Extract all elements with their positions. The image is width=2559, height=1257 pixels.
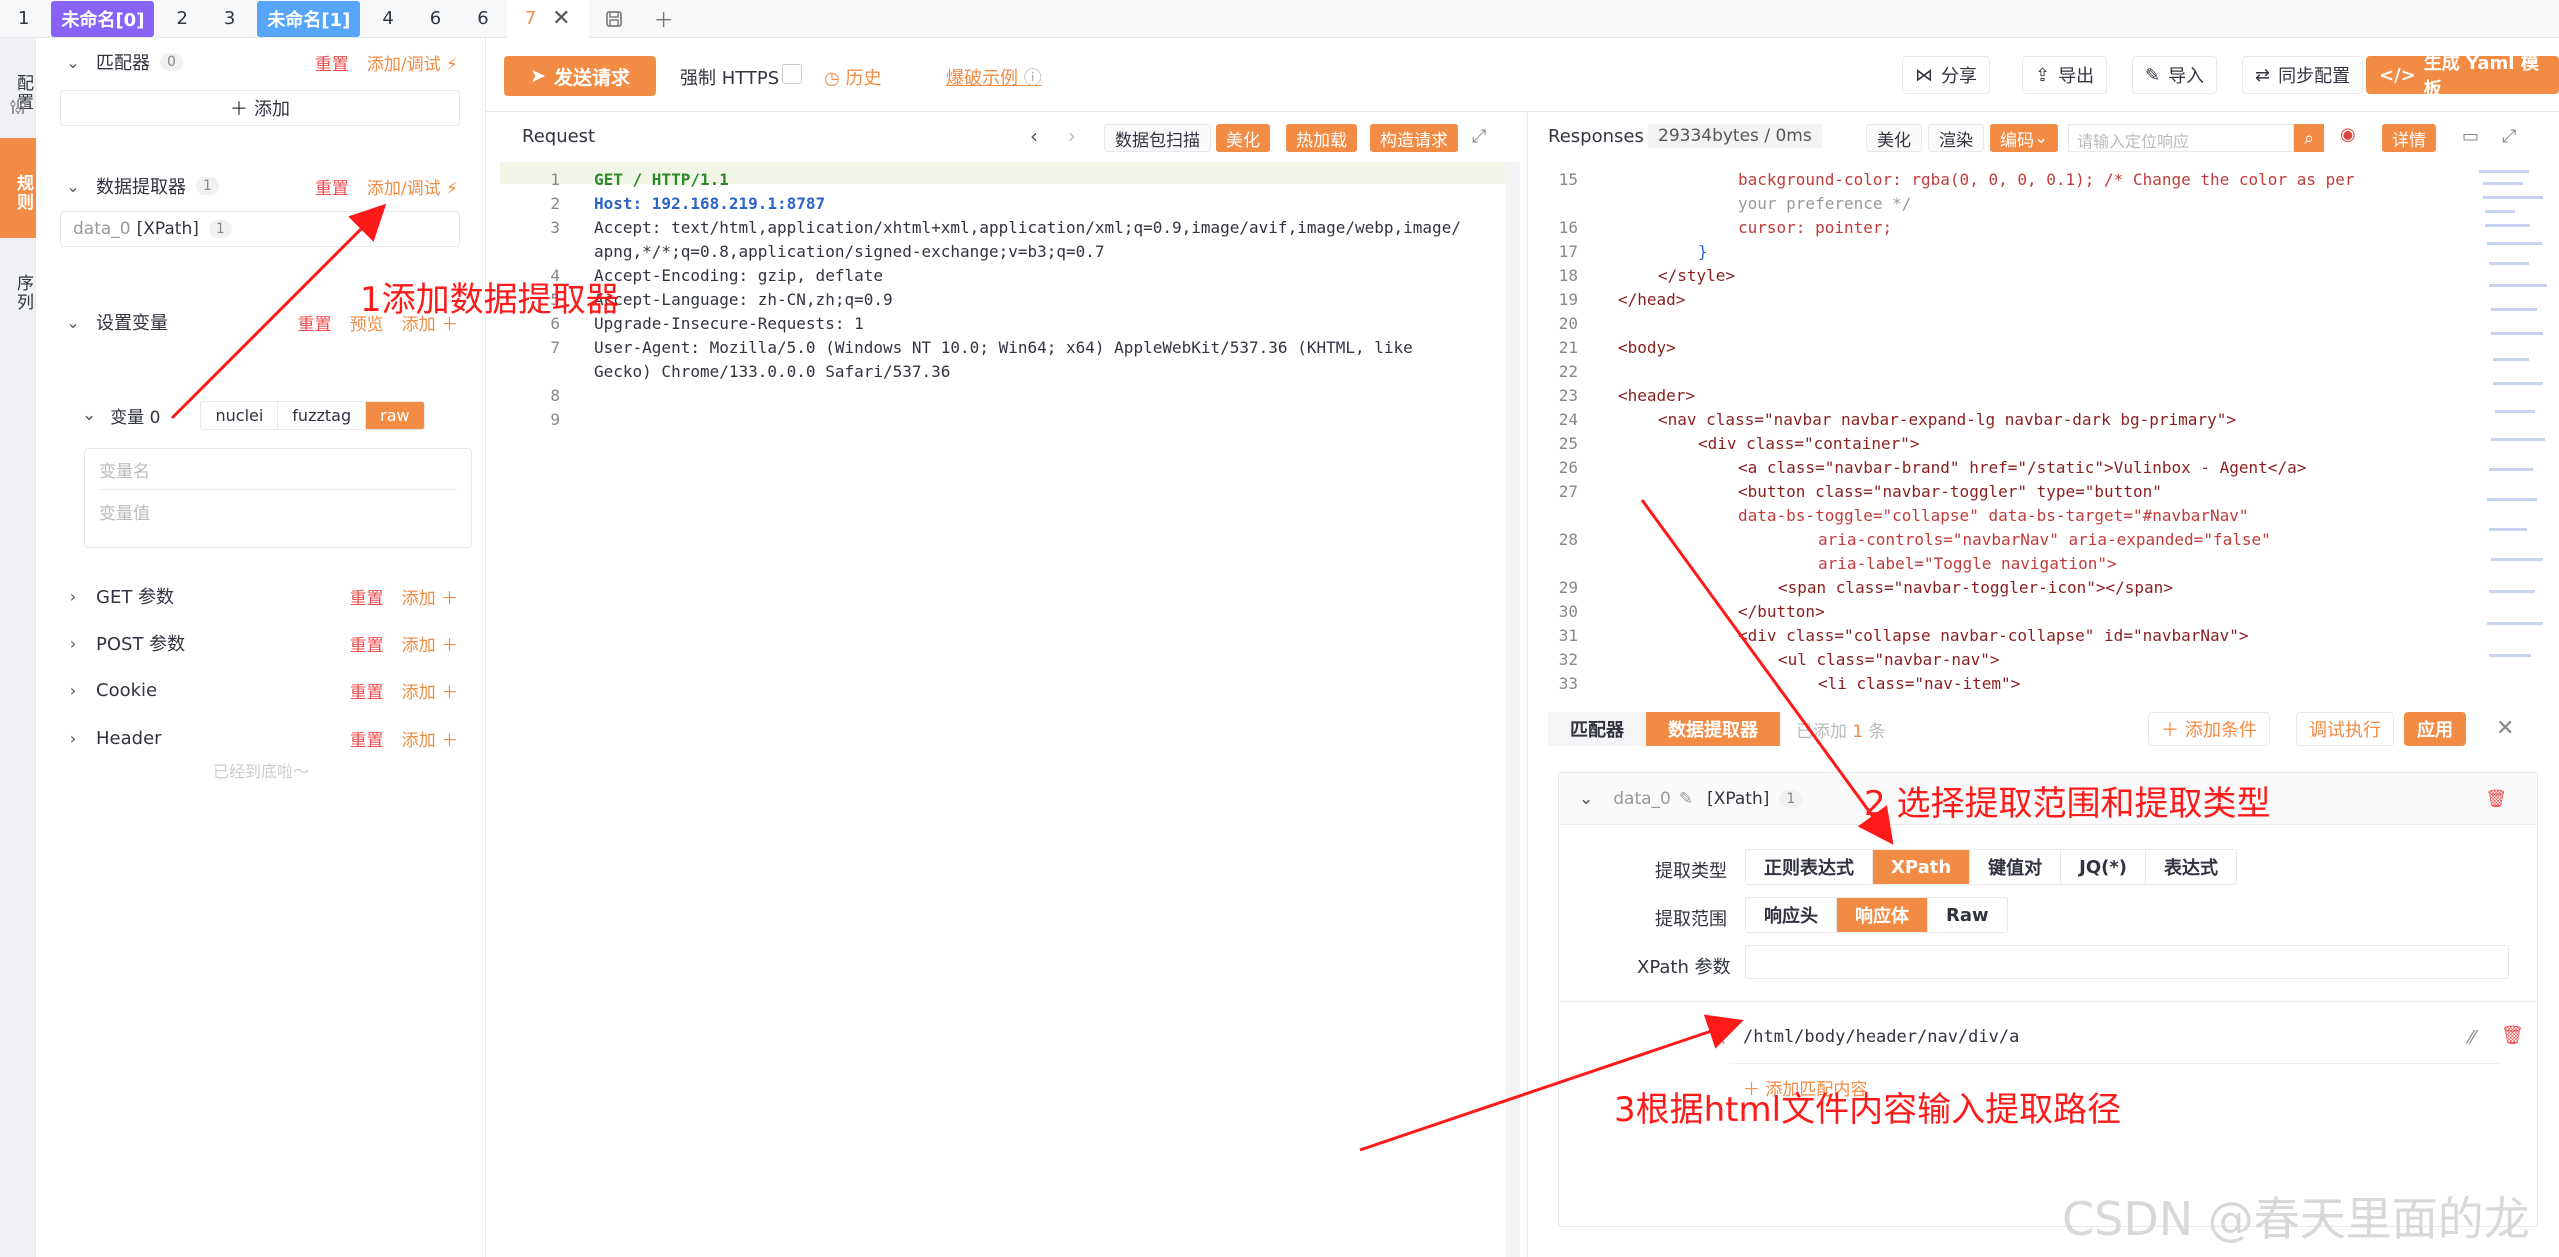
arrow-1 — [170, 203, 387, 420]
annotation-2: 2 选择提取范围和提取类型 — [1864, 784, 2271, 824]
annotation-1: 1添加数据提取器 — [360, 280, 620, 320]
annotation-arrows — [170, 203, 1894, 1152]
watermark: CSDN @春天里面的龙 — [2062, 1192, 2530, 1246]
arrow-2 — [1640, 499, 1894, 845]
annotation-3: 3根据html文件内容输入提取路径 — [1614, 1090, 2122, 1130]
